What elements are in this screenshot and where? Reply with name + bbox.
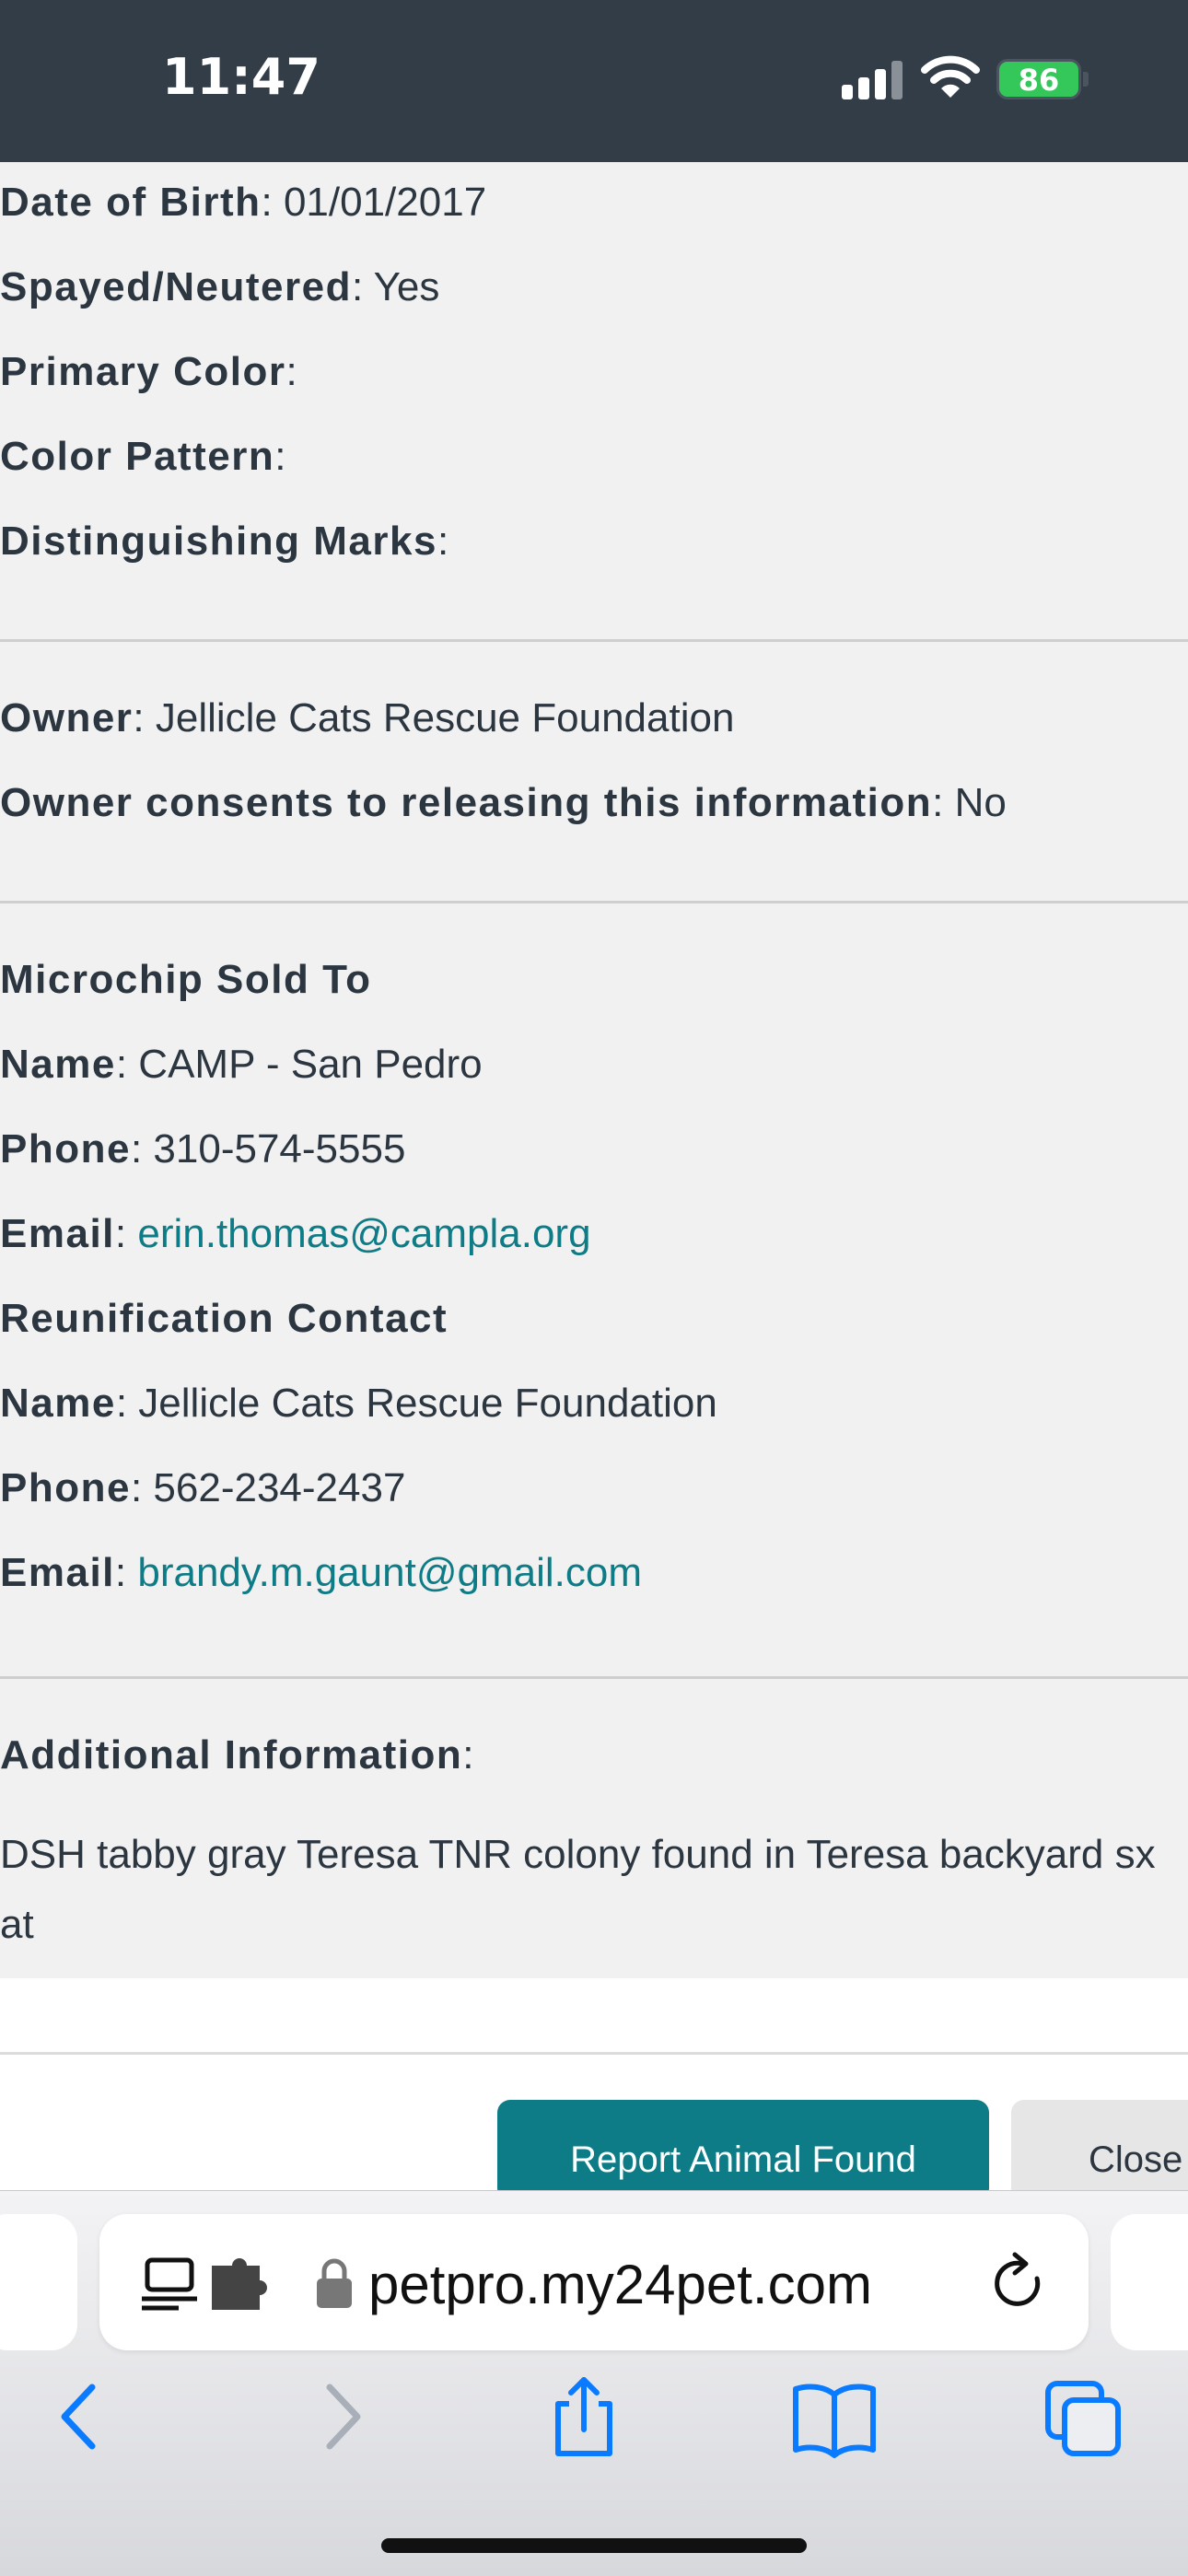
section-heading: Microchip Sold To <box>0 957 372 1002</box>
microchip-heading: Microchip Sold To <box>0 952 372 1008</box>
detail-label: Primary Color <box>0 349 286 394</box>
name-label: Name <box>0 1381 116 1426</box>
phone-value: 310-574-5555 <box>153 1126 406 1171</box>
share-icon[interactable] <box>538 2376 630 2459</box>
forward-icon[interactable] <box>293 2376 385 2459</box>
label-separator: : <box>285 349 297 394</box>
name-value: Jellicle Cats Rescue Foundation <box>138 1381 717 1426</box>
cellular-signal-icon <box>842 61 903 99</box>
phone-label: Phone <box>0 1465 131 1510</box>
consent-value: No <box>954 780 1007 825</box>
reunification-name-row: Name: Jellicle Cats Rescue Foundation <box>0 1381 717 1426</box>
phone-label: Phone <box>0 1126 131 1171</box>
battery-percent: 86 <box>1018 63 1060 98</box>
detail-value: Yes <box>373 264 440 309</box>
wifi-icon <box>921 55 980 98</box>
footer-divider <box>0 2052 1188 2055</box>
owner-consent-row: Owner consents to releasing this informa… <box>0 780 1007 825</box>
detail-distinguishing-marks: Distinguishing Marks: <box>0 514 448 569</box>
detail-primary-color: Primary Color: <box>0 344 297 400</box>
section-heading: Reunification Contact <box>0 1296 448 1341</box>
name-value: CAMP - San Pedro <box>138 1042 483 1087</box>
owner-row: Owner: Jellicle Cats Rescue Foundation <box>0 695 735 740</box>
phone-value: 562-234-2437 <box>153 1465 406 1510</box>
status-time: 11:47 <box>162 48 320 106</box>
name-label: Name <box>0 1042 116 1087</box>
pet-record-content: Date of Birth: 01/01/2017 Spayed/Neutere… <box>0 162 1188 2017</box>
section-divider <box>0 901 1188 903</box>
reload-icon[interactable] <box>989 2251 1050 2315</box>
additional-info-label: Additional Information <box>0 1732 463 1778</box>
label-separator: : <box>351 264 374 309</box>
status-bar: 11:47 86 <box>0 0 1188 162</box>
battery-icon: 86 <box>996 59 1081 99</box>
back-icon[interactable] <box>37 2376 129 2459</box>
owner-value: Jellicle Cats Rescue Foundation <box>155 695 735 740</box>
email-label: Email <box>0 1550 115 1595</box>
reunification-email-link[interactable]: brandy.m.gaunt@gmail.com <box>137 1550 642 1595</box>
consent-label: Owner consents to releasing this informa… <box>0 780 933 825</box>
section-divider <box>0 639 1188 642</box>
url-text[interactable]: petpro.my24pet.com <box>368 2253 872 2317</box>
label-separator: : <box>437 519 449 564</box>
additional-info-heading: Additional Information: <box>0 1732 474 1778</box>
microchip-email-row: Email: erin.thomas@campla.org <box>0 1211 591 1256</box>
label-separator: : <box>274 434 286 479</box>
detail-color-pattern: Color Pattern: <box>0 429 285 484</box>
reunification-phone-row: Phone: 562-234-2437 <box>0 1465 406 1510</box>
reunification-heading: Reunification Contact <box>0 1291 448 1346</box>
home-indicator <box>381 2538 807 2553</box>
info-line: DSH tabby gray Teresa TNR colony found i… <box>0 1832 1156 1947</box>
close-button[interactable]: Close <box>1011 2100 1188 2201</box>
lock-icon <box>317 2258 352 2308</box>
microchip-name-row: Name: CAMP - San Pedro <box>0 1042 483 1087</box>
detail-label: Color Pattern <box>0 434 275 479</box>
tabs-icon[interactable] <box>1039 2376 1131 2459</box>
next-tab-preview[interactable] <box>1111 2214 1188 2350</box>
email-label: Email <box>0 1211 115 1256</box>
bookmarks-icon[interactable] <box>788 2376 880 2459</box>
previous-tab-preview[interactable] <box>0 2214 77 2350</box>
detail-label: Date of Birth <box>0 180 262 225</box>
detail-label: Distinguishing Marks <box>0 519 437 564</box>
label-separator: : <box>261 180 284 225</box>
microchip-phone-row: Phone: 310-574-5555 <box>0 1126 406 1171</box>
detail-spayed-neutered: Spayed/Neutered: Yes <box>0 260 439 315</box>
detail-date-of-birth: Date of Birth: 01/01/2017 <box>0 175 486 230</box>
page-menu-icon[interactable] <box>142 2255 197 2315</box>
battery-cap <box>1083 72 1089 87</box>
detail-label: Spayed/Neutered <box>0 264 352 309</box>
section-divider <box>0 1676 1188 1679</box>
detail-value: 01/01/2017 <box>283 180 487 225</box>
microchip-email-link[interactable]: erin.thomas@campla.org <box>137 1211 590 1256</box>
report-animal-found-button[interactable]: Report Animal Found <box>497 2100 989 2201</box>
owner-label: Owner <box>0 695 134 740</box>
extension-icon[interactable] <box>208 2256 271 2312</box>
reunification-email-row: Email: brandy.m.gaunt@gmail.com <box>0 1550 642 1595</box>
